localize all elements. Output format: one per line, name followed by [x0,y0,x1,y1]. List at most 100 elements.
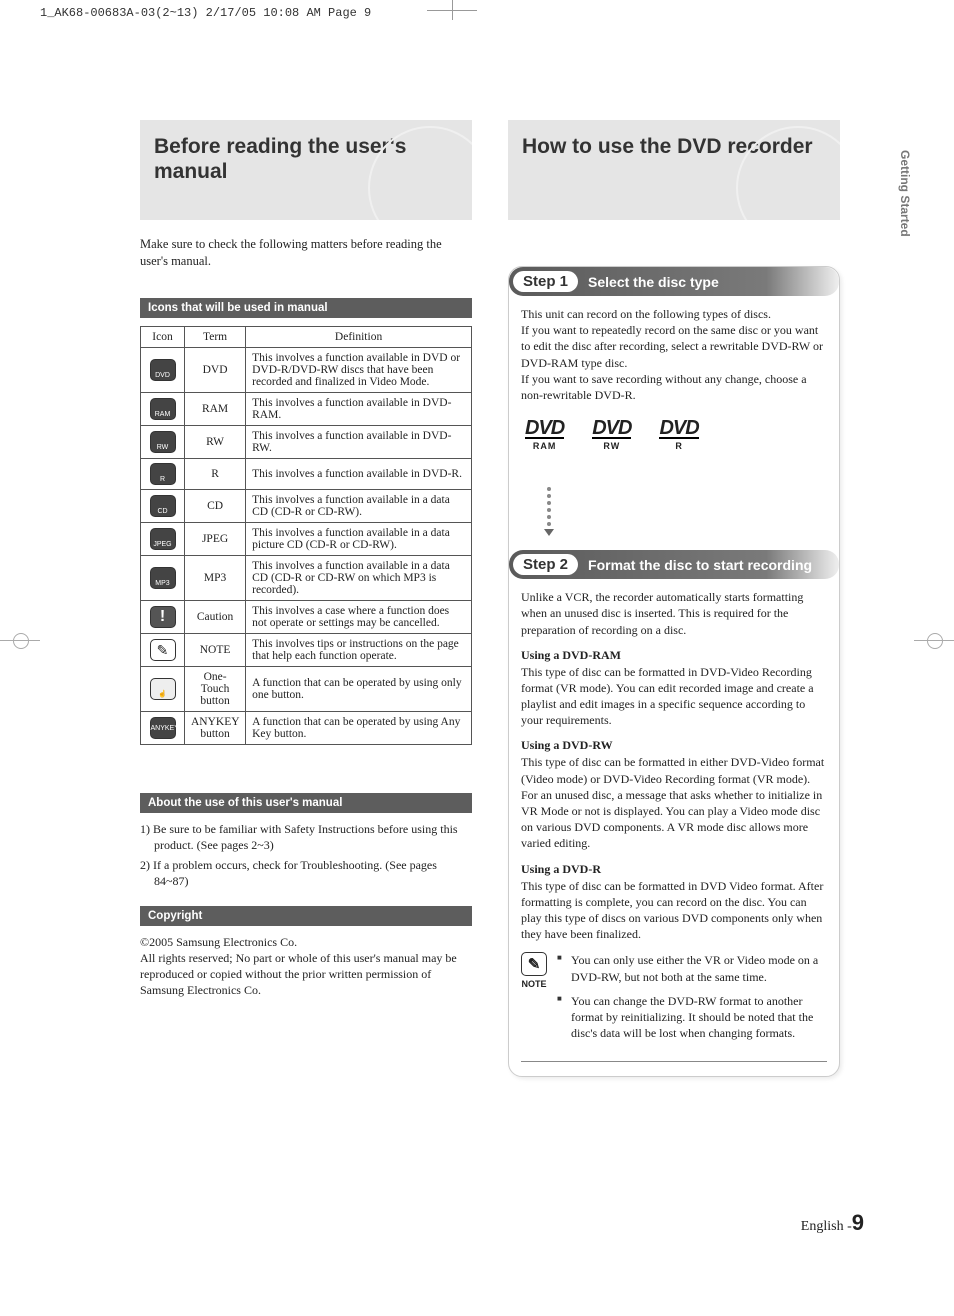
dvd-rw-icon: RW [150,431,176,453]
term: RW [185,425,246,458]
definition: This involves a function available in a … [246,489,472,522]
dvd-word: DVD [525,419,564,439]
section-title-how-to-use: How to use the DVD recorder [508,120,840,220]
subheading-dvd-r: Using a DVD-R [521,862,827,877]
dvd-sublabel: RAM [525,441,564,451]
list-item: 1) Be sure to be familiar with Safety In… [140,821,472,853]
definition: A function that can be operated by using… [246,666,472,711]
about-header: About the use of this user's manual [140,793,472,813]
term: NOTE [185,633,246,666]
subtext: This type of disc can be formatted in ei… [521,754,827,851]
copyright-header: Copyright [140,906,472,926]
jpeg-icon: JPEG [150,528,176,550]
dvd-sublabel: RW [592,441,631,451]
table-row: ! CautionThis involves a case where a fun… [141,600,472,633]
definition: This involves tips or instructions on th… [246,633,472,666]
subheading-dvd-rw: Using a DVD-RW [521,738,827,753]
dvd-word: DVD [659,419,698,439]
definition: This involves a function available in DV… [246,425,472,458]
col-icon: Icon [141,326,185,347]
one-touch-icon: ☝ [150,678,176,700]
arrow-down-icon [547,487,827,536]
table-row: DVDDVDThis involves a function available… [141,347,472,392]
note-block: ✎ NOTE You can only use either the VR or… [521,952,827,1062]
note-icon: ✎ [150,639,176,661]
caution-icon: ! [150,606,176,628]
subtext: This type of disc can be formatted in DV… [521,878,827,943]
dvd-ram-logo: DVD RAM [525,419,564,451]
disc-logos: DVD RAM DVD RW DVD R [525,419,827,451]
dvd-word: DVD [592,419,631,439]
registration-mark-icon [0,620,40,660]
table-row: CDCDThis involves a function available i… [141,489,472,522]
table-row: JPEGJPEGThis involves a function availab… [141,522,472,555]
dvd-r-logo: DVD R [659,419,698,451]
definition: This involves a function available in a … [246,522,472,555]
dvd-sublabel: R [659,441,698,451]
term: JPEG [185,522,246,555]
col-definition: Definition [246,326,472,347]
page-number: English -9 [801,1210,864,1236]
dvd-ram-icon: RAM [150,398,176,420]
table-row: RRThis involves a function available in … [141,458,472,489]
mp3-icon: MP3 [150,567,176,589]
page-lang: English - [801,1219,852,1234]
steps-container: Step 1 Select the disc type This unit ca… [508,266,840,1077]
intro-text: Make sure to check the following matters… [140,236,472,270]
definition: This involves a function available in DV… [246,347,472,392]
term: Caution [185,600,246,633]
term: RAM [185,392,246,425]
note-label: NOTE [521,979,547,989]
copyright-body: ©2005 Samsung Electronics Co. All rights… [140,934,472,999]
subtext: This type of disc can be formatted in DV… [521,664,827,729]
dvd-r-icon: R [150,463,176,485]
term: MP3 [185,555,246,600]
print-header: 1_AK68-00683A-03(2~13) 2/17/05 10:08 AM … [40,6,371,20]
note-list: You can only use either the VR or Video … [557,952,827,1049]
term: One-Touch button [185,666,246,711]
table-row: ☝ One-Touch buttonA function that can be … [141,666,472,711]
term: DVD [185,347,246,392]
step-label: Select the disc type [588,274,719,290]
cd-icon: CD [150,495,176,517]
dvd-rw-logo: DVD RW [592,419,631,451]
table-row: ANYKEY ANYKEY buttonA function that can b… [141,711,472,744]
table-row: RWRWThis involves a function available i… [141,425,472,458]
list-item: You can only use either the VR or Video … [557,952,827,984]
section-tab: Getting Started [898,150,912,237]
step-1-header: Step 1 Select the disc type [509,267,839,296]
page-num: 9 [852,1210,864,1235]
left-column: Before reading the user's manual Make su… [140,120,472,1077]
definition: A function that can be operated by using… [246,711,472,744]
icons-table-header: Icons that will be used in manual [140,298,472,318]
table-row: ✎ NOTEThis involves tips or instructions … [141,633,472,666]
right-column: How to use the DVD recorder Step 1 Selec… [508,120,840,1077]
term: CD [185,489,246,522]
term: R [185,458,246,489]
step-2-header: Step 2 Format the disc to start recordin… [509,550,839,579]
definition: This involves a case where a function do… [246,600,472,633]
anykey-icon: ANYKEY [150,717,176,739]
about-list: 1) Be sure to be familiar with Safety In… [140,821,472,890]
section-title-before-reading: Before reading the user's manual [140,120,472,220]
step-label: Format the disc to start recording [588,557,812,573]
list-item: 2) If a problem occurs, check for Troubl… [140,857,472,889]
list-item: You can change the DVD-RW format to anot… [557,993,827,1042]
dvd-icon: DVD [150,359,176,381]
note-icon: ✎ [521,952,547,976]
step-pill: Step 1 [513,271,578,292]
table-row: MP3MP3This involves a function available… [141,555,472,600]
definition: This involves a function available in DV… [246,458,472,489]
definition: This involves a function available in DV… [246,392,472,425]
table-row: RAMRAMThis involves a function available… [141,392,472,425]
step-2-body: Unlike a VCR, the recorder automatically… [521,589,827,638]
note-aside: ✎ NOTE [521,952,547,1049]
definition: This involves a function available in a … [246,555,472,600]
registration-mark-icon [914,620,954,660]
term: ANYKEY button [185,711,246,744]
step-pill: Step 2 [513,554,578,575]
subheading-dvd-ram: Using a DVD-RAM [521,648,827,663]
step-1-body: This unit can record on the following ty… [521,306,827,403]
col-term: Term [185,326,246,347]
icons-table: Icon Term Definition DVDDVDThis involves… [140,326,472,745]
